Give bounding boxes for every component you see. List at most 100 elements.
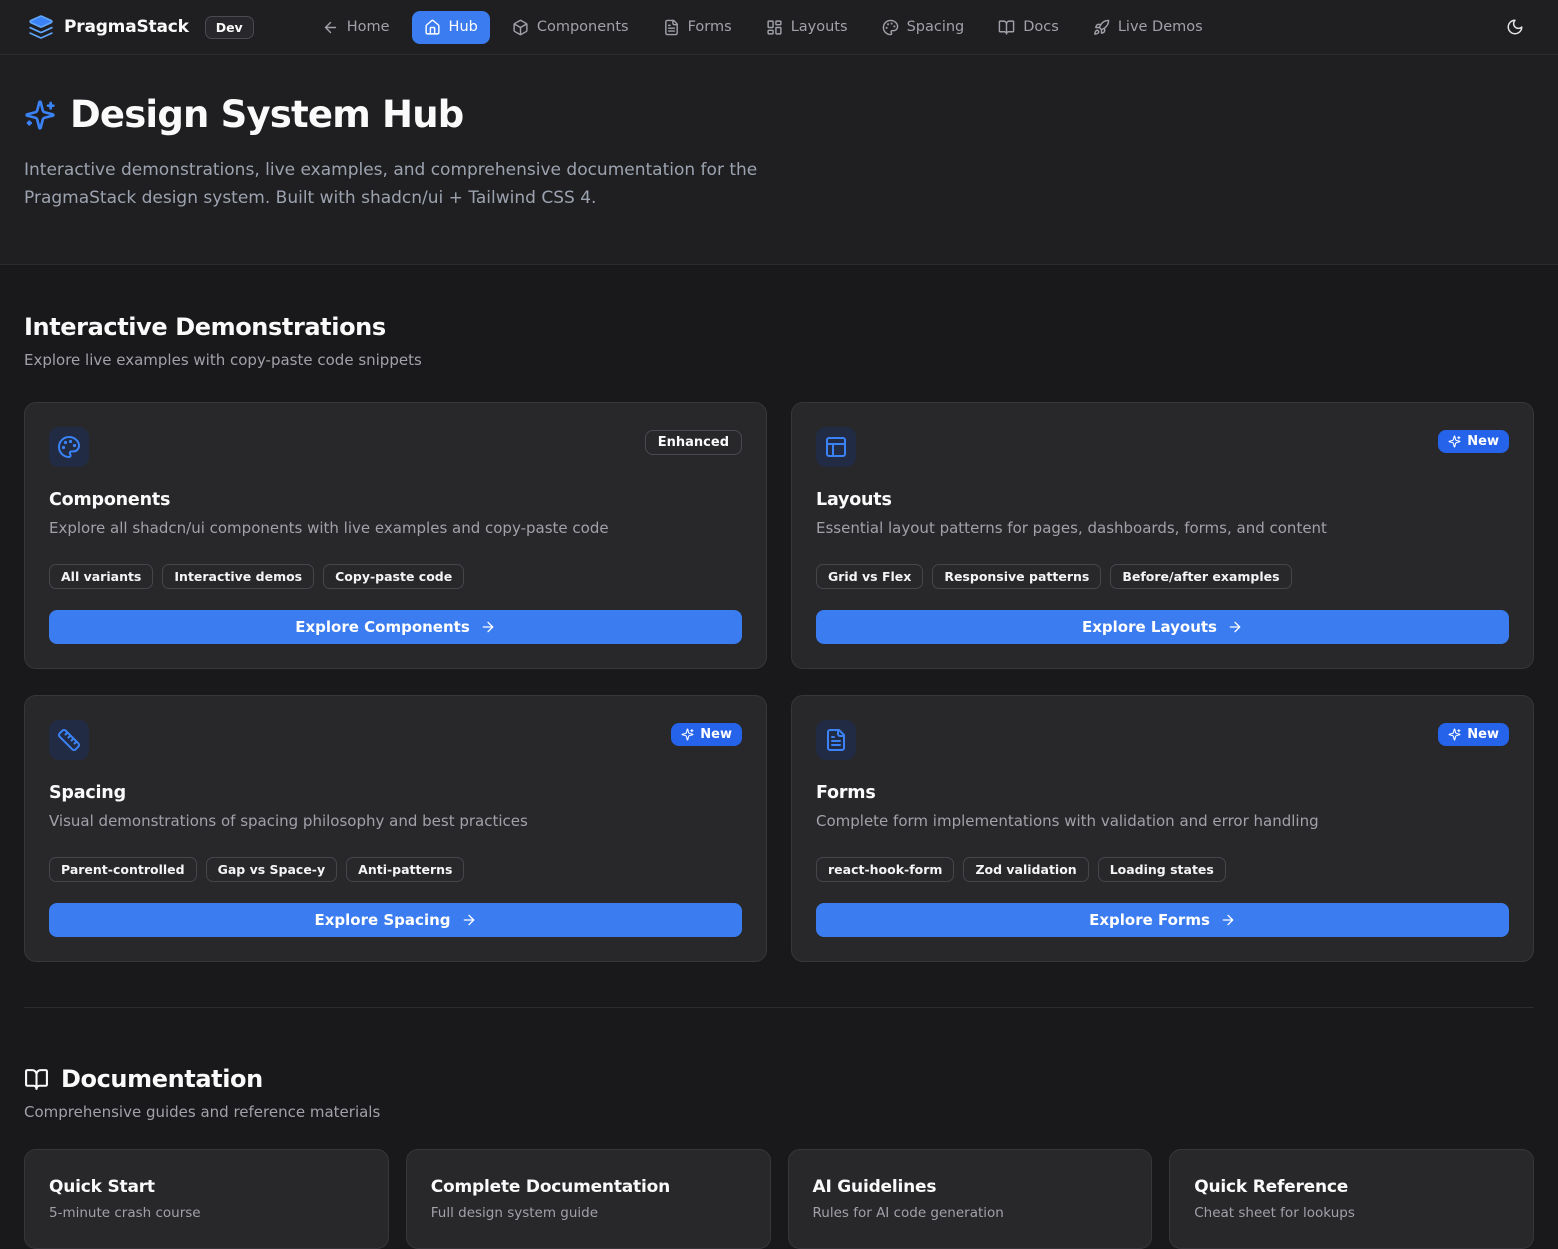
card-title: Forms — [816, 783, 1509, 803]
card-title: Layouts — [816, 490, 1509, 510]
arrow-right-icon — [461, 912, 477, 928]
demo-card-components: Enhanced Components Explore all shadcn/u… — [24, 402, 767, 669]
nav-item-label: Layouts — [791, 19, 848, 35]
card-title: Spacing — [49, 783, 742, 803]
nav-item-forms[interactable]: Forms — [651, 11, 744, 44]
badge-label: New — [1467, 727, 1499, 742]
badge-label: New — [1467, 434, 1499, 449]
status-badge-enhanced: Enhanced — [645, 430, 742, 455]
demo-card-forms: New Forms Complete form implementations … — [791, 695, 1534, 962]
theme-toggle-button[interactable] — [1500, 12, 1530, 42]
sparkles-icon — [681, 728, 694, 741]
doc-card-subtitle: Full design system guide — [431, 1205, 746, 1221]
layout-dashboard-icon — [766, 19, 783, 36]
hero-section: Design System Hub Interactive demonstrat… — [0, 55, 1558, 265]
tag-row: All variants Interactive demos Copy-past… — [49, 564, 742, 589]
doc-card-quick-reference[interactable]: Quick Reference Cheat sheet for lookups — [1169, 1149, 1534, 1249]
demo-card-layouts: New Layouts Essential layout patterns fo… — [791, 402, 1534, 669]
nav-item-label: Spacing — [907, 19, 965, 35]
nav-item-label: Home — [347, 19, 390, 35]
nav-item-label: Forms — [688, 19, 732, 35]
layers-logo-icon — [28, 14, 54, 40]
doc-card-subtitle: 5-minute crash course — [49, 1205, 364, 1221]
doc-card-quick-start[interactable]: Quick Start 5-minute crash course — [24, 1149, 389, 1249]
tag: Parent-controlled — [49, 857, 197, 882]
palette-icon — [49, 427, 89, 467]
doc-card-title: Quick Start — [49, 1177, 364, 1197]
tag: Gap vs Space-y — [206, 857, 338, 882]
explore-components-button[interactable]: Explore Components — [49, 610, 742, 644]
card-title: Components — [49, 490, 742, 510]
tag-row: Parent-controlled Gap vs Space-y Anti-pa… — [49, 857, 742, 882]
demos-subheading: Explore live examples with copy-paste co… — [24, 351, 1534, 369]
ruler-icon — [49, 720, 89, 760]
arrow-right-icon — [480, 619, 496, 635]
tag: Interactive demos — [162, 564, 314, 589]
card-description: Explore all shadcn/ui components with li… — [49, 519, 742, 537]
tag: Zod validation — [963, 857, 1088, 882]
panels-top-left-icon — [816, 427, 856, 467]
main-nav: Home Hub Components Forms Layouts — [310, 11, 1215, 44]
book-open-icon — [998, 19, 1015, 36]
page-title: Design System Hub — [70, 93, 463, 136]
doc-card-subtitle: Rules for AI code generation — [813, 1205, 1128, 1221]
button-label: Explore Forms — [1089, 911, 1210, 929]
book-open-icon — [24, 1067, 49, 1092]
nav-item-spacing[interactable]: Spacing — [870, 11, 977, 44]
button-label: Explore Spacing — [314, 911, 450, 929]
explore-spacing-button[interactable]: Explore Spacing — [49, 903, 742, 937]
tag: Loading states — [1098, 857, 1226, 882]
status-badge-new: New — [671, 723, 742, 746]
tag-row: Grid vs Flex Responsive patterns Before/… — [816, 564, 1509, 589]
nav-item-label: Live Demos — [1118, 19, 1203, 35]
explore-layouts-button[interactable]: Explore Layouts — [816, 610, 1509, 644]
card-description: Complete form implementations with valid… — [816, 812, 1509, 830]
tag: Copy-paste code — [323, 564, 464, 589]
tag: Anti-patterns — [346, 857, 464, 882]
arrow-right-icon — [1227, 619, 1243, 635]
palette-icon — [882, 19, 899, 36]
doc-card-grid: Quick Start 5-minute crash course Comple… — [24, 1149, 1534, 1249]
doc-card-ai-guidelines[interactable]: AI Guidelines Rules for AI code generati… — [788, 1149, 1153, 1249]
nav-item-components[interactable]: Components — [500, 11, 641, 44]
doc-card-subtitle: Cheat sheet for lookups — [1194, 1205, 1509, 1221]
tag: Responsive patterns — [932, 564, 1101, 589]
doc-card-complete-documentation[interactable]: Complete Documentation Full design syste… — [406, 1149, 771, 1249]
sparkles-icon — [1448, 728, 1461, 741]
docs-heading-label: Documentation — [61, 1065, 263, 1093]
explore-forms-button[interactable]: Explore Forms — [816, 903, 1509, 937]
package-icon — [512, 19, 529, 36]
card-description: Visual demonstrations of spacing philoso… — [49, 812, 742, 830]
demos-heading: Interactive Demonstrations — [24, 313, 1534, 341]
nav-item-label: Docs — [1023, 19, 1059, 35]
tag: Grid vs Flex — [816, 564, 923, 589]
button-label: Explore Components — [295, 618, 470, 636]
tag-row: react-hook-form Zod validation Loading s… — [816, 857, 1509, 882]
demo-card-spacing: New Spacing Visual demonstrations of spa… — [24, 695, 767, 962]
demo-card-grid: Enhanced Components Explore all shadcn/u… — [24, 402, 1534, 962]
moon-icon — [1506, 18, 1524, 36]
nav-item-hub[interactable]: Hub — [412, 11, 490, 44]
nav-item-layouts[interactable]: Layouts — [754, 11, 860, 44]
doc-card-title: Quick Reference — [1194, 1177, 1509, 1197]
top-navbar: PragmaStack Dev Home Hub Components Fo — [0, 0, 1558, 55]
rocket-icon — [1093, 19, 1110, 36]
nav-item-home[interactable]: Home — [310, 11, 402, 44]
doc-card-title: Complete Documentation — [431, 1177, 746, 1197]
file-text-icon — [816, 720, 856, 760]
docs-heading: Documentation — [24, 1065, 1534, 1093]
section-divider — [24, 1007, 1534, 1008]
tag: All variants — [49, 564, 153, 589]
arrow-left-icon — [322, 19, 339, 36]
button-label: Explore Layouts — [1082, 618, 1217, 636]
file-text-icon — [663, 19, 680, 36]
house-icon — [424, 19, 441, 36]
nav-item-label: Hub — [449, 19, 478, 35]
env-badge: Dev — [205, 16, 254, 39]
nav-item-live-demos[interactable]: Live Demos — [1081, 11, 1215, 44]
demos-section: Interactive Demonstrations Explore live … — [0, 313, 1558, 962]
brand[interactable]: PragmaStack Dev — [28, 14, 254, 40]
doc-card-title: AI Guidelines — [813, 1177, 1128, 1197]
nav-item-docs[interactable]: Docs — [986, 11, 1071, 44]
hero-description: Interactive demonstrations, live example… — [24, 156, 769, 212]
